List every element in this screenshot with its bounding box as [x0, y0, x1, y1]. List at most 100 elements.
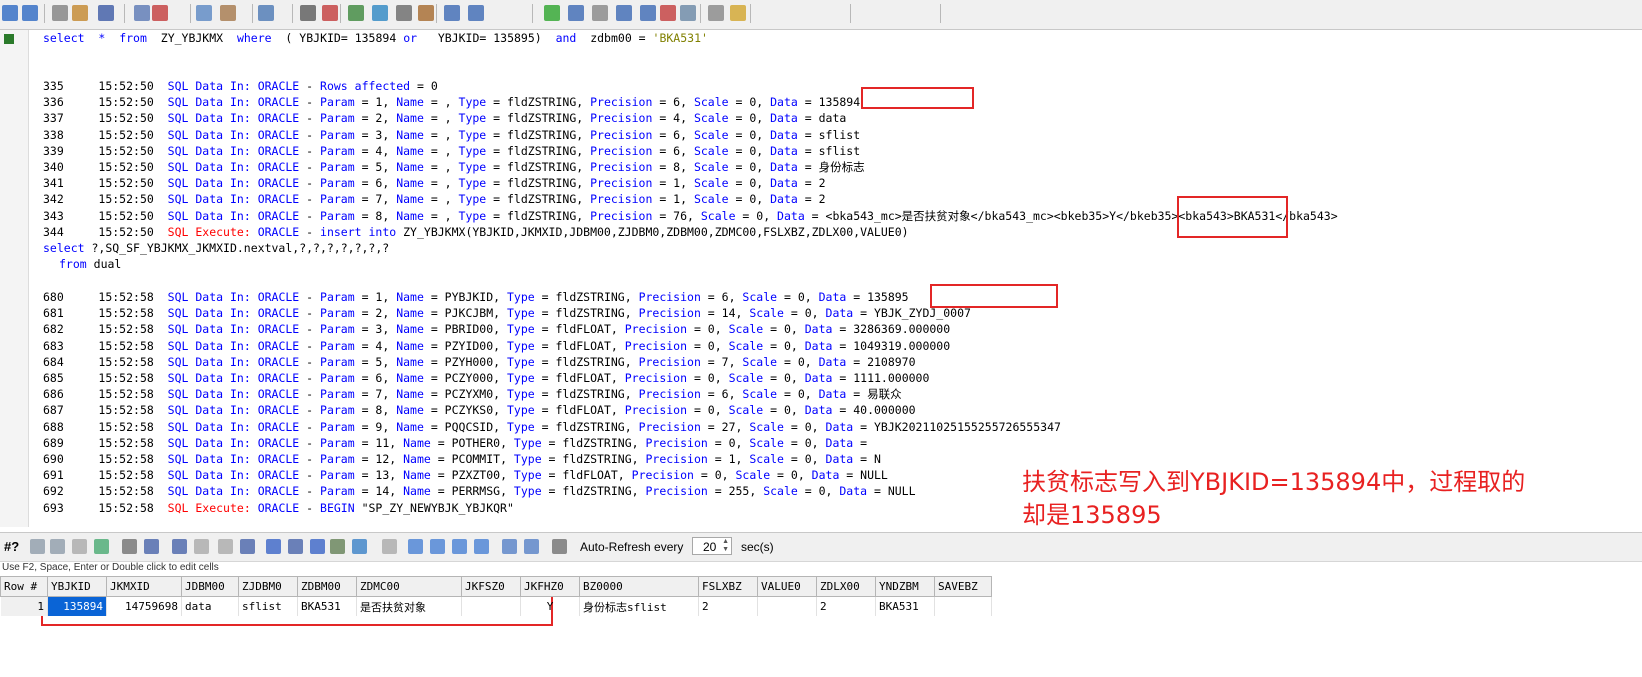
first-record-icon[interactable] — [172, 539, 187, 554]
prev-icon[interactable] — [468, 5, 484, 21]
table-cell[interactable] — [461, 596, 521, 616]
table-cell[interactable]: data — [181, 596, 239, 616]
log-line[interactable]: 684 15:52:58 SQL Data In: ORACLE - Param… — [43, 354, 916, 370]
refresh-icon[interactable] — [94, 539, 109, 554]
table-cell[interactable] — [757, 596, 817, 616]
copy-icon[interactable] — [196, 5, 212, 21]
print-icon[interactable] — [122, 539, 137, 554]
log-line[interactable]: 340 15:52:50 SQL Data In: ORACLE - Param… — [43, 159, 865, 175]
stop-icon[interactable] — [592, 5, 608, 21]
table-icon[interactable] — [680, 5, 696, 21]
log-line[interactable]: 691 15:52:58 SQL Data In: ORACLE - Param… — [43, 467, 888, 483]
help-icon[interactable] — [730, 5, 746, 21]
log-line[interactable]: 690 15:52:58 SQL Data In: ORACLE - Param… — [43, 451, 881, 467]
first-icon[interactable] — [444, 5, 460, 21]
log-line[interactable]: 339 15:52:50 SQL Data In: ORACLE - Param… — [43, 143, 860, 159]
back-icon[interactable] — [2, 5, 18, 21]
open-icon[interactable] — [72, 5, 88, 21]
sql-editor[interactable]: select * from ZY_YBJKMX where ( YBJKID= … — [29, 30, 1642, 527]
column-header[interactable]: ZDLX00 — [816, 576, 876, 597]
log-line[interactable]: 342 15:52:50 SQL Data In: ORACLE - Param… — [43, 191, 826, 207]
clear-filter-icon[interactable] — [50, 539, 65, 554]
log-line[interactable]: 682 15:52:58 SQL Data In: ORACLE - Param… — [43, 321, 950, 337]
table-cell[interactable]: 14759698 — [106, 596, 182, 616]
column-header[interactable]: YBJKID — [47, 576, 107, 597]
delete-record-icon[interactable] — [310, 539, 325, 554]
bookmark-icon[interactable] — [418, 5, 434, 21]
sql-query-line[interactable]: select * from ZY_YBJKMX where ( YBJKID= … — [43, 30, 708, 46]
grid-view-icon[interactable] — [502, 539, 517, 554]
log-line[interactable]: 693 15:52:58 SQL Execute: ORACLE - BEGIN… — [43, 500, 514, 516]
log-line[interactable]: 337 15:52:50 SQL Data In: ORACLE - Param… — [43, 110, 846, 126]
column-header[interactable]: ZDBM00 — [297, 576, 357, 597]
find-icon[interactable] — [258, 5, 274, 21]
chart-icon[interactable] — [708, 5, 724, 21]
cut-icon[interactable] — [152, 5, 168, 21]
table-cell[interactable]: BKA531 — [297, 596, 357, 616]
log-line[interactable]: 685 15:52:58 SQL Data In: ORACLE - Param… — [43, 370, 929, 386]
sql-select-line[interactable]: select ?,SQ_SF_YBJKMX_JKMXID.nextval,?,?… — [43, 240, 389, 256]
last-record-icon[interactable] — [240, 539, 255, 554]
print-icon[interactable] — [134, 5, 150, 21]
table-cell[interactable]: BKA531 — [875, 596, 935, 616]
table-cell[interactable] — [934, 596, 992, 616]
column-header[interactable]: VALUE0 — [757, 576, 817, 597]
post-icon[interactable] — [288, 539, 303, 554]
settings-icon[interactable] — [660, 5, 676, 21]
column-header[interactable]: JDBM00 — [181, 576, 239, 597]
clear-filter-icon[interactable] — [322, 5, 338, 21]
log-line[interactable]: 344 15:52:50 SQL Execute: ORACLE - inser… — [43, 224, 909, 240]
column-header[interactable]: ZDMC00 — [356, 576, 462, 597]
edit-icon[interactable] — [330, 539, 345, 554]
column-header[interactable]: Row # — [0, 576, 48, 597]
forward-icon[interactable] — [22, 5, 38, 21]
d-view-icon[interactable] — [430, 539, 445, 554]
log-line[interactable]: 689 15:52:58 SQL Data In: ORACLE - Param… — [43, 435, 867, 451]
sql-from-dual-line[interactable]: from dual — [59, 256, 121, 272]
log-line[interactable]: 683 15:52:58 SQL Data In: ORACLE - Param… — [43, 338, 950, 354]
refresh-icon[interactable] — [372, 5, 388, 21]
play-icon[interactable] — [544, 5, 560, 21]
table-cell[interactable]: 身份标志sflist — [579, 596, 699, 616]
column-header[interactable]: JKFHZ0 — [520, 576, 580, 597]
column-header[interactable]: BZ0000 — [579, 576, 699, 597]
filter-icon[interactable] — [300, 5, 316, 21]
table-cell[interactable]: 1 — [0, 596, 48, 616]
log-line[interactable]: 335 15:52:50 SQL Data In: ORACLE - Rows … — [43, 78, 438, 94]
column-header[interactable]: JKMXID — [106, 576, 182, 597]
insert-record-icon[interactable] — [266, 539, 281, 554]
log-line[interactable]: 343 15:52:50 SQL Data In: ORACLE - Param… — [43, 208, 1338, 224]
log-line[interactable]: 681 15:52:58 SQL Data In: ORACLE - Param… — [43, 305, 971, 321]
execute-icon[interactable] — [348, 5, 364, 21]
new-icon[interactable] — [52, 5, 68, 21]
table-cell[interactable]: Y — [520, 596, 580, 616]
n-view-icon[interactable] — [452, 539, 467, 554]
log-line[interactable]: 341 15:52:50 SQL Data In: ORACLE - Param… — [43, 175, 826, 191]
log-line[interactable]: 688 15:52:58 SQL Data In: ORACLE - Param… — [43, 419, 1061, 435]
next-record-icon[interactable] — [218, 539, 233, 554]
table-cell[interactable]: sflist — [238, 596, 298, 616]
log-line[interactable]: 687 15:52:58 SQL Data In: ORACLE - Param… — [43, 402, 916, 418]
ok-icon[interactable] — [352, 539, 367, 554]
column-header[interactable]: JKFSZ0 — [461, 576, 521, 597]
column-header[interactable]: FSLXBZ — [698, 576, 758, 597]
log-line[interactable]: 686 15:52:58 SQL Data In: ORACLE - Param… — [43, 386, 902, 402]
nd-view-icon[interactable] — [474, 539, 489, 554]
log-line[interactable]: 336 15:52:50 SQL Data In: ORACLE - Param… — [43, 94, 860, 110]
record-view-icon[interactable] — [524, 539, 539, 554]
cancel-icon[interactable] — [72, 539, 87, 554]
form-view-icon[interactable] — [382, 539, 397, 554]
table-cell[interactable]: 是否扶贫对象 — [356, 596, 462, 616]
log-line[interactable]: 338 15:52:50 SQL Data In: ORACLE - Param… — [43, 127, 860, 143]
column-header[interactable]: YNDZBM — [875, 576, 935, 597]
filter-icon[interactable] — [30, 539, 45, 554]
column-header[interactable]: ZJDBM0 — [238, 576, 298, 597]
refresh-interval-spinner[interactable]: 20 ▲ ▼ — [692, 537, 732, 555]
paste-icon[interactable] — [220, 5, 236, 21]
table-cell[interactable]: 2 — [698, 596, 758, 616]
save-icon[interactable] — [98, 5, 114, 21]
log-line[interactable]: 692 15:52:58 SQL Data In: ORACLE - Param… — [43, 483, 916, 499]
next-icon[interactable] — [568, 5, 584, 21]
prev-record-icon[interactable] — [194, 539, 209, 554]
end-icon[interactable] — [640, 5, 656, 21]
